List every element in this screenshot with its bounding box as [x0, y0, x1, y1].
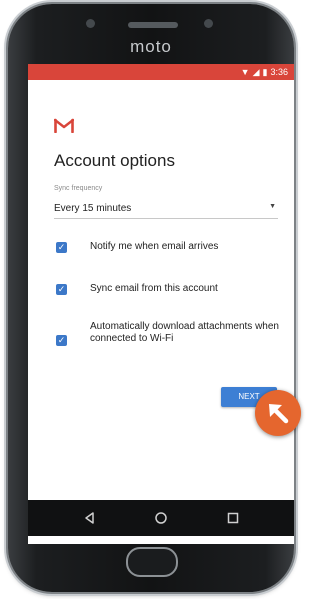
sync-checkbox[interactable]: ✓ [56, 284, 67, 295]
notify-checkbox[interactable]: ✓ [56, 242, 67, 253]
page-title: Account options [54, 151, 175, 170]
brand-logo: moto [130, 37, 172, 56]
status-bar: ▼ ◢ ▮ 3:36 [28, 64, 294, 80]
dropdown-arrow-icon: ▼ [269, 203, 276, 210]
proximity-sensor [204, 19, 213, 28]
sync-frequency-dropdown[interactable]: Every 15 minutes ▼ [54, 200, 278, 219]
front-camera [86, 19, 95, 28]
recents-icon[interactable] [223, 508, 243, 528]
notify-label: Notify me when email arrives [90, 241, 219, 252]
download-label: Automatically download attachments when … [90, 321, 279, 344]
home-icon[interactable] [151, 508, 171, 528]
sync-label: Sync email from this account [90, 283, 218, 294]
arrow-up-left-icon [269, 404, 289, 424]
cell-signal-icon: ◢ [252, 67, 260, 77]
cursor-badge[interactable] [255, 390, 301, 436]
status-icons: ▼ ◢ ▮ 3:36 [241, 66, 288, 78]
download-checkbox[interactable]: ✓ [56, 335, 67, 346]
screen: ▼ ◢ ▮ 3:36 Account options Sync frequenc… [28, 64, 294, 544]
battery-icon: ▮ [262, 67, 268, 77]
sync-frequency-label: Sync frequency [54, 185, 103, 192]
status-time: 3:36 [270, 67, 288, 77]
signal-icon: ▼ [240, 67, 250, 77]
phone-frame: moto ▼ ◢ ▮ 3:36 Account options Sync fre… [8, 4, 294, 592]
navigation-bar [28, 500, 294, 536]
earpiece-speaker [128, 22, 178, 28]
physical-home-button[interactable] [126, 547, 178, 577]
sync-frequency-value: Every 15 minutes [54, 203, 132, 214]
back-icon[interactable] [80, 508, 100, 528]
gmail-icon [54, 118, 74, 133]
